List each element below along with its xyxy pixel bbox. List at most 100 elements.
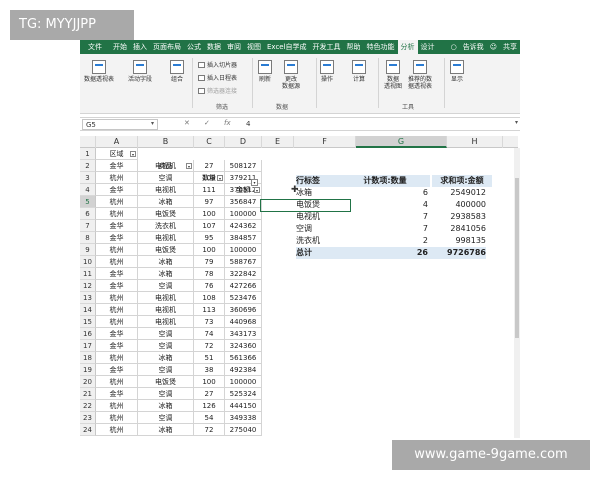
cell-region[interactable]: 杭州 [96, 400, 138, 412]
cell-product[interactable]: 冰箱 [138, 256, 194, 268]
cell-qty[interactable]: 27 [194, 388, 225, 400]
cell-region[interactable]: 杭州 [96, 352, 138, 364]
tab-insert[interactable]: 插入 [130, 40, 150, 54]
cell-product[interactable]: 空调 [138, 388, 194, 400]
pivot-total-label[interactable]: 总计 [296, 247, 340, 259]
cell-amount[interactable]: 492384 [225, 364, 262, 376]
cell-product[interactable]: 空调 [138, 328, 194, 340]
pivot-item-count[interactable]: 7 [340, 223, 430, 235]
column-header-e[interactable]: E [262, 136, 294, 148]
cell-region[interactable]: 杭州 [96, 412, 138, 424]
cell-amount[interactable]: 322842 [225, 268, 262, 280]
row-header[interactable]: 20 [80, 376, 96, 388]
cell-qty[interactable]: 74 [194, 328, 225, 340]
pivot-item-count[interactable]: 6 [340, 187, 430, 199]
tab-excel-self-study[interactable]: Excel自学成 [264, 40, 310, 54]
row-header[interactable]: 2 [80, 160, 96, 172]
cell-amount[interactable]: 100000 [225, 208, 262, 220]
function-icon[interactable]: fx [224, 119, 231, 127]
cell-amount[interactable]: 360696 [225, 304, 262, 316]
cell-region[interactable]: 杭州 [96, 292, 138, 304]
row-header[interactable]: 10 [80, 256, 96, 268]
row-header[interactable]: 11 [80, 268, 96, 280]
cell-amount[interactable]: 424362 [225, 220, 262, 232]
cell-product[interactable]: 电视机 [138, 316, 194, 328]
lightbulb-icon[interactable]: ○ [448, 43, 460, 51]
filter-dropdown-icon[interactable]: ▾ [217, 175, 223, 181]
cell-region[interactable]: 杭州 [96, 196, 138, 208]
column-header-g[interactable]: G [356, 136, 447, 148]
cell-region[interactable]: 杭州 [96, 208, 138, 220]
column-header-h[interactable]: H [447, 136, 503, 148]
cell-qty[interactable]: 100 [194, 208, 225, 220]
cell-amount[interactable]: 588767 [225, 256, 262, 268]
row-header[interactable]: 5 [80, 196, 96, 208]
cell-qty[interactable]: 51 [194, 352, 225, 364]
tab-view[interactable]: 视图 [244, 40, 264, 54]
tab-review[interactable]: 审阅 [224, 40, 244, 54]
cell-product[interactable]: 空调 [138, 364, 194, 376]
recommended-pivot-button[interactable]: 推荐的数 据透视表 [408, 60, 432, 90]
pivot-item-sum[interactable]: 2549012 [430, 187, 486, 199]
cell-region[interactable]: 金华 [96, 184, 138, 196]
cell-product[interactable]: 电视机 [138, 292, 194, 304]
row-header[interactable]: 8 [80, 232, 96, 244]
header-product[interactable]: 商品 ▾ [138, 160, 194, 172]
cell-product[interactable]: 冰箱 [138, 268, 194, 280]
cell-qty[interactable]: 72 [194, 424, 225, 436]
chevron-down-icon[interactable]: ▾ [151, 120, 154, 127]
pivot-item-label[interactable]: 空调 [296, 223, 340, 235]
tab-special-features[interactable]: 特色功能 [364, 40, 398, 54]
cell-region[interactable]: 杭州 [96, 376, 138, 388]
tab-formulas[interactable]: 公式 [184, 40, 204, 54]
pivot-sum-header[interactable]: 求和项:金额 [432, 175, 492, 187]
cell-region[interactable]: 杭州 [96, 304, 138, 316]
pivot-item-count[interactable]: 2 [340, 235, 430, 247]
insert-timeline-button[interactable]: 插入日程表 [198, 73, 237, 82]
cell-amount[interactable]: 384857 [225, 232, 262, 244]
column-header-b[interactable]: B [138, 136, 194, 148]
group-button[interactable]: 组合 [170, 60, 184, 83]
row-header[interactable]: 22 [80, 400, 96, 412]
active-field-button[interactable]: 活动字段 [128, 60, 152, 83]
cell-region[interactable]: 金华 [96, 340, 138, 352]
tab-design[interactable]: 设计 [418, 40, 438, 54]
cell-product[interactable]: 冰箱 [138, 424, 194, 436]
cell-product[interactable]: 电视机 [138, 232, 194, 244]
cell-qty[interactable]: 79 [194, 256, 225, 268]
cell-amount[interactable]: 523476 [225, 292, 262, 304]
cancel-icon[interactable]: ✕ [184, 119, 190, 127]
share-button[interactable]: 共享 [500, 42, 520, 52]
pivot-item-label[interactable]: 电视机 [296, 211, 340, 223]
cell-qty[interactable]: 97 [194, 196, 225, 208]
change-source-button[interactable]: 更改 数据源 [282, 60, 300, 90]
tab-developer[interactable]: 开发工具 [310, 40, 344, 54]
cell-region[interactable]: 杭州 [96, 256, 138, 268]
cell-region[interactable]: 杭州 [96, 172, 138, 184]
filter-connections-button[interactable]: 筛选器连接 [198, 86, 237, 95]
cell-amount[interactable]: 444150 [225, 400, 262, 412]
header-region[interactable]: 区域 ▾ [96, 148, 138, 160]
formula-input[interactable]: 4 [246, 119, 250, 130]
row-header[interactable]: 16 [80, 328, 96, 340]
filter-dropdown-icon[interactable]: ▾ [254, 187, 260, 193]
column-header-d[interactable]: D [225, 136, 262, 148]
cell-region[interactable]: 金华 [96, 388, 138, 400]
cell-region[interactable]: 金华 [96, 160, 138, 172]
cell-qty[interactable]: 108 [194, 292, 225, 304]
cell-region[interactable]: 金华 [96, 268, 138, 280]
cell-product[interactable]: 电视机 [138, 304, 194, 316]
row-header[interactable]: 3 [80, 172, 96, 184]
row-header[interactable]: 23 [80, 412, 96, 424]
cell-amount[interactable]: 100000 [225, 244, 262, 256]
cell-amount[interactable]: 349338 [225, 412, 262, 424]
cell-region[interactable]: 金华 [96, 220, 138, 232]
row-header[interactable]: 14 [80, 304, 96, 316]
row-header[interactable]: 4 [80, 184, 96, 196]
calculations-button[interactable]: 计算 [352, 60, 366, 83]
cell-amount[interactable]: 100000 [225, 376, 262, 388]
cell-region[interactable]: 金华 [96, 232, 138, 244]
cell-region[interactable]: 金华 [96, 328, 138, 340]
cell-amount[interactable]: 356847 [225, 196, 262, 208]
cell-amount[interactable]: 343173 [225, 328, 262, 340]
